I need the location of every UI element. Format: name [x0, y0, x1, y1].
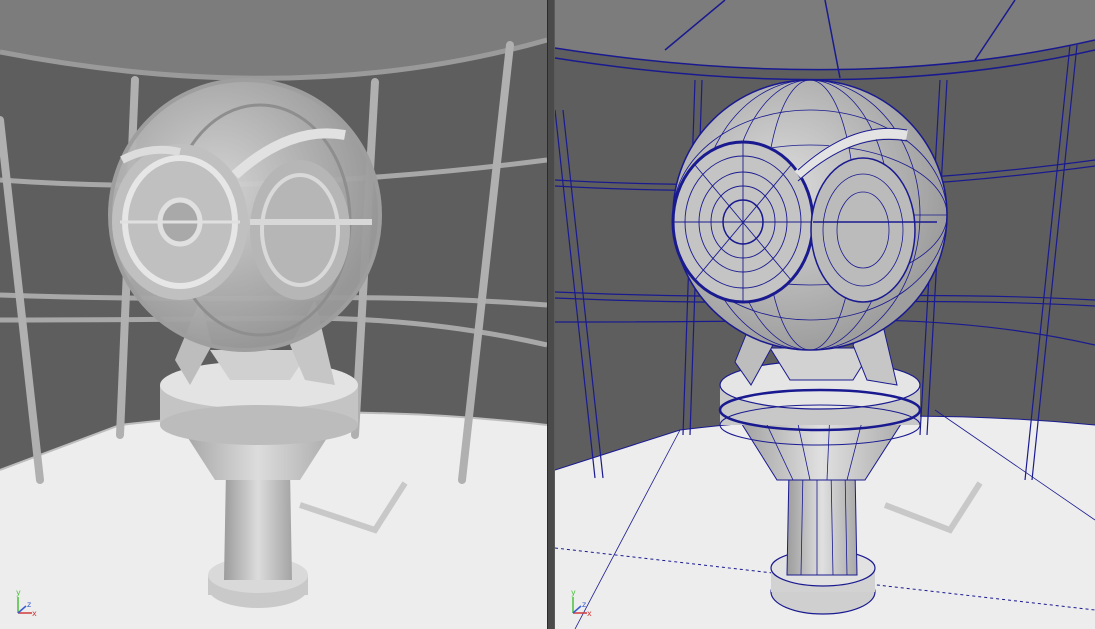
axis-z-line	[572, 605, 582, 614]
axis-label-z: z	[582, 600, 586, 609]
lighthouse-lens-render-wireframe	[555, 0, 1095, 629]
axis-label-y: y	[16, 588, 21, 597]
axis-label-x: x	[32, 609, 37, 618]
axis-label-z: z	[27, 600, 31, 609]
axis-z-line	[17, 605, 27, 614]
viewport-wireframe-on-shaded[interactable]: y x z	[555, 0, 1095, 629]
axis-label-x: x	[587, 609, 592, 618]
viewport-shaded[interactable]: y x z	[0, 0, 547, 629]
lighthouse-lens-render	[0, 0, 547, 629]
axis-gizmo: y x z	[16, 588, 37, 618]
axis-gizmo-right: y x z	[571, 588, 592, 618]
viewport-split: y x z y x z	[0, 0, 1095, 629]
axis-label-y: y	[571, 588, 576, 597]
viewport-divider[interactable]	[547, 0, 555, 629]
